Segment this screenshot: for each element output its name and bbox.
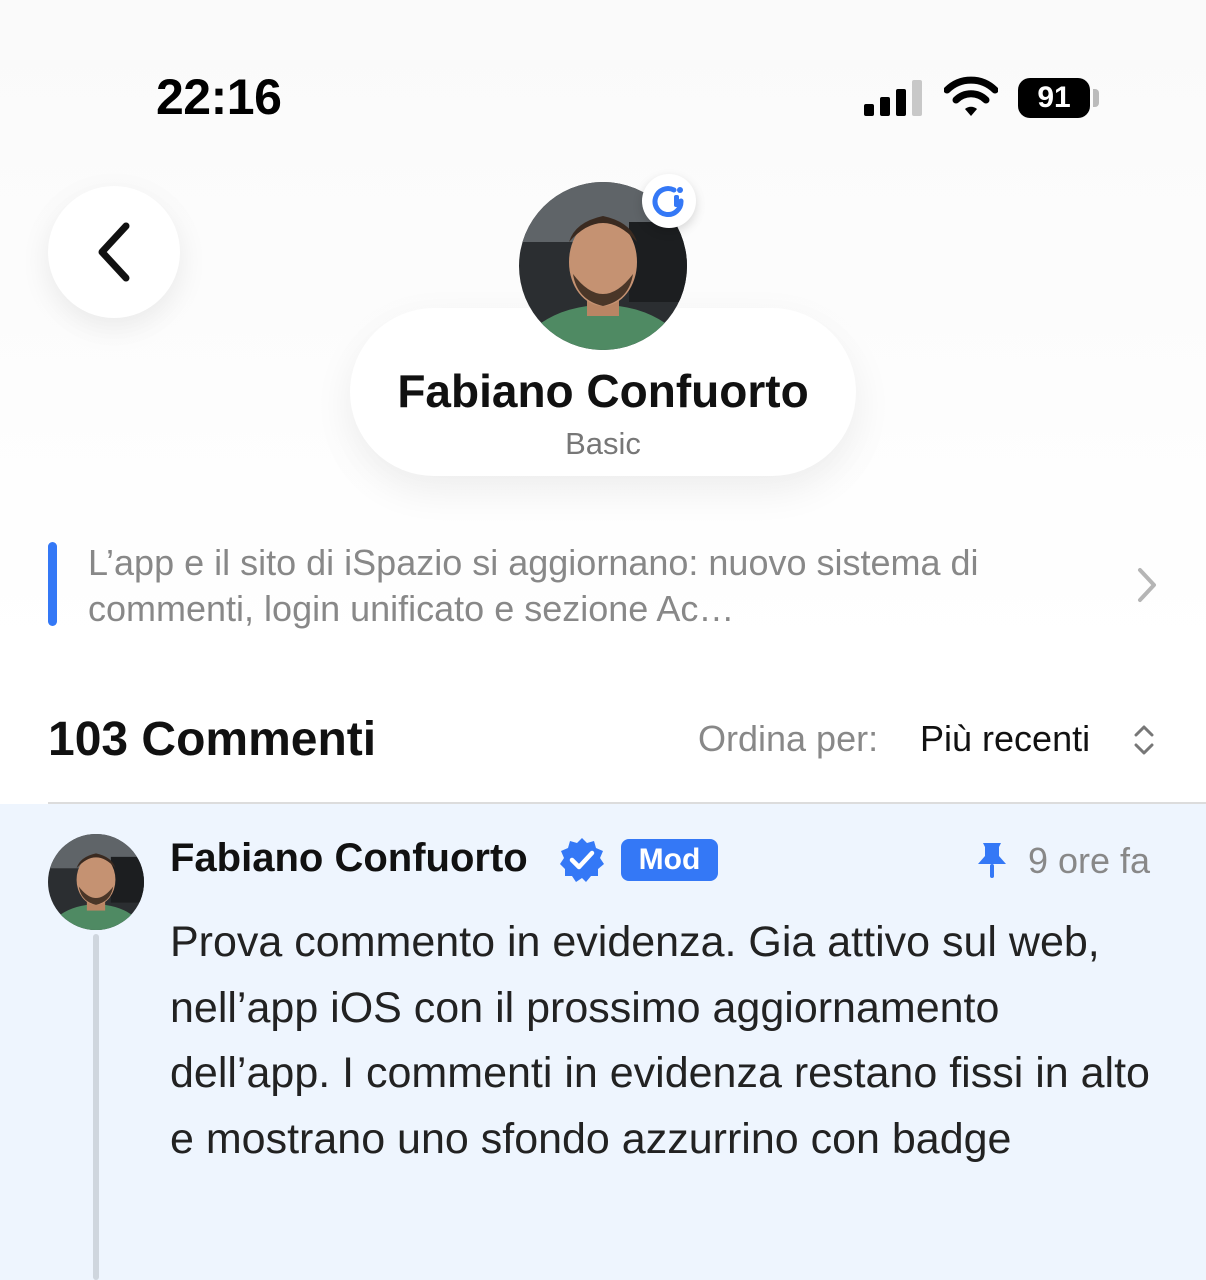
battery-icon: 91 bbox=[1018, 78, 1090, 118]
comment-body: Prova commento in evidenza. Gia attivo s… bbox=[170, 918, 1150, 1163]
pin-icon bbox=[978, 843, 1006, 878]
sort-label: Ordina per: bbox=[698, 718, 879, 759]
wifi-icon bbox=[944, 76, 998, 116]
thread-line bbox=[93, 934, 99, 1280]
ispazio-logo-icon bbox=[642, 174, 696, 228]
back-button[interactable] bbox=[48, 186, 180, 318]
comments-count: 103 Commenti bbox=[48, 713, 377, 766]
comment-author[interactable]: Fabiano Confuorto bbox=[170, 836, 528, 881]
verified-icon bbox=[560, 838, 604, 882]
cellular-signal-icon bbox=[864, 80, 922, 116]
battery-tip bbox=[1093, 89, 1099, 107]
sort-updown-icon[interactable] bbox=[1130, 720, 1158, 760]
status-time: 22:16 bbox=[156, 69, 282, 125]
profile-plan: Basic bbox=[565, 426, 641, 461]
chevron-right-icon[interactable] bbox=[1134, 566, 1160, 604]
profile-name: Fabiano Confuorto bbox=[397, 365, 809, 417]
back-chevron-icon bbox=[98, 222, 130, 282]
comment-time: 9 ore fa bbox=[1028, 840, 1151, 881]
article-accent-bar bbox=[48, 542, 57, 626]
avatar-photo bbox=[48, 834, 144, 930]
comment-avatar[interactable] bbox=[48, 834, 144, 930]
sort-dropdown[interactable]: Più recenti bbox=[920, 718, 1090, 760]
mod-badge: Mod bbox=[621, 839, 718, 881]
article-link[interactable]: L’app e il sito di iSpazio si aggiornano… bbox=[88, 540, 1078, 632]
